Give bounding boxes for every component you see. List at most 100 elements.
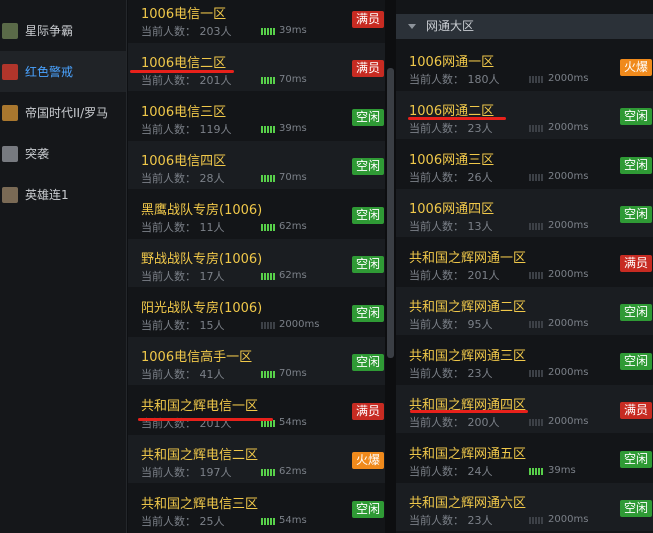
ping-value: 2000ms bbox=[548, 318, 589, 329]
status-badge: 满员 bbox=[351, 11, 384, 28]
sidebar-item-label: 红色警戒 bbox=[25, 65, 74, 79]
status-badge: 空闲 bbox=[351, 305, 384, 322]
status-badge: 空闲 bbox=[351, 158, 384, 175]
player-count: 当前人数： 201人 bbox=[409, 269, 500, 282]
player-count: 当前人数： 201人 bbox=[141, 74, 232, 87]
signal-strength-icon bbox=[529, 468, 543, 475]
server-row[interactable]: 1006电信二区 当前人数： 201人 70ms 满员 bbox=[128, 43, 385, 91]
server-row[interactable]: 黑鹰战队专房(1006) 当前人数： 11人 62ms 空闲 bbox=[128, 190, 385, 238]
player-count: 当前人数： 23人 bbox=[409, 514, 493, 527]
server-row[interactable]: 共和国之辉网通六区 当前人数： 23人 2000ms 空闲 bbox=[396, 483, 653, 531]
signal-strength-icon bbox=[261, 518, 275, 525]
server-row[interactable]: 共和国之辉电信一区 当前人数： 201人 54ms 满员 bbox=[128, 386, 385, 434]
ping-value: 39ms bbox=[548, 465, 576, 476]
server-row[interactable]: 1006电信三区 当前人数： 119人 39ms 空闲 bbox=[128, 92, 385, 140]
netcom-section-header[interactable]: 网通大区 bbox=[396, 14, 653, 39]
ping-value: 2000ms bbox=[548, 416, 589, 427]
server-name: 1006网通四区 bbox=[409, 202, 495, 217]
ping-value: 54ms bbox=[279, 515, 307, 526]
server-name: 1006电信一区 bbox=[141, 7, 227, 22]
telecom-server-list: 1006电信一区 当前人数： 203人 39ms 满员 1006电信二区 当前人数： 20… bbox=[128, 0, 385, 533]
ping-value: 70ms bbox=[279, 368, 307, 379]
server-name: 共和国之辉网通三区 bbox=[409, 349, 527, 364]
sidebar-item-game[interactable]: 帝国时代II/罗马 bbox=[0, 92, 126, 133]
collapse-caret-icon bbox=[408, 24, 416, 29]
server-row[interactable]: 1006网通四区 当前人数： 13人 2000ms 空闲 bbox=[396, 189, 653, 237]
server-row[interactable]: 共和国之辉电信三区 当前人数： 25人 54ms 空闲 bbox=[128, 484, 385, 532]
server-name: 野战战队专房(1006) bbox=[141, 252, 263, 267]
server-row[interactable]: 1006电信高手一区 当前人数： 41人 70ms 空闲 bbox=[128, 337, 385, 385]
sidebar-item-game[interactable]: 突袭 bbox=[0, 133, 126, 174]
status-badge: 火爆 bbox=[351, 452, 384, 469]
ping-value: 2000ms bbox=[548, 171, 589, 182]
server-row[interactable]: 共和国之辉网通二区 当前人数： 95人 2000ms 空闲 bbox=[396, 287, 653, 335]
player-count: 当前人数： 197人 bbox=[141, 466, 232, 479]
sudden-strike-icon bbox=[2, 145, 18, 162]
player-count: 当前人数： 28人 bbox=[141, 172, 225, 185]
red-underline-mark bbox=[410, 410, 528, 413]
ping-value: 70ms bbox=[279, 172, 307, 183]
server-row[interactable]: 共和国之辉网通一区 当前人数： 201人 2000ms 满员 bbox=[396, 238, 653, 286]
signal-strength-icon bbox=[529, 419, 543, 426]
sidebar-item-label: 帝国时代II/罗马 bbox=[25, 106, 109, 120]
player-count: 当前人数： 25人 bbox=[141, 515, 225, 528]
server-row[interactable]: 共和国之辉电信二区 当前人数： 197人 62ms 火爆 bbox=[128, 435, 385, 483]
server-row[interactable]: 1006电信四区 当前人数： 28人 70ms 空闲 bbox=[128, 141, 385, 189]
sidebar-item-label: 英雄连1 bbox=[25, 188, 69, 202]
server-row[interactable]: 1006电信一区 当前人数： 203人 39ms 满员 bbox=[128, 0, 385, 42]
server-row[interactable]: 1006网通一区 当前人数： 180人 2000ms 火爆 bbox=[396, 42, 653, 90]
status-badge: 空闲 bbox=[619, 206, 652, 223]
server-row[interactable]: 共和国之辉网通五区 当前人数： 24人 39ms 空闲 bbox=[396, 434, 653, 482]
status-badge: 空闲 bbox=[351, 109, 384, 126]
status-badge: 满员 bbox=[351, 403, 384, 420]
sidebar-item-label: 星际争霸 bbox=[25, 24, 74, 38]
signal-strength-icon bbox=[529, 125, 543, 132]
red-underline-mark bbox=[138, 418, 273, 421]
player-count: 当前人数： 17人 bbox=[141, 270, 225, 283]
server-row[interactable]: 1006网通二区 当前人数： 23人 2000ms 空闲 bbox=[396, 91, 653, 139]
signal-strength-icon bbox=[529, 272, 543, 279]
player-count: 当前人数： 95人 bbox=[409, 318, 493, 331]
signal-strength-icon bbox=[261, 28, 275, 35]
server-name: 共和国之辉网通一区 bbox=[409, 251, 527, 266]
signal-strength-icon bbox=[261, 420, 275, 427]
signal-strength-icon bbox=[529, 174, 543, 181]
status-badge: 空闲 bbox=[619, 304, 652, 321]
starcraft-icon bbox=[2, 22, 18, 39]
server-name: 1006电信高手一区 bbox=[141, 350, 253, 365]
signal-strength-icon bbox=[529, 517, 543, 524]
ping-value: 62ms bbox=[279, 270, 307, 281]
scrollbar-thumb[interactable] bbox=[387, 68, 394, 358]
status-badge: 空闲 bbox=[619, 108, 652, 125]
game-sidebar: 星际争霸红色警戒帝国时代II/罗马突袭英雄连1 bbox=[0, 0, 127, 533]
player-count: 当前人数： 180人 bbox=[409, 73, 500, 86]
player-count: 当前人数： 41人 bbox=[141, 368, 225, 381]
player-count: 当前人数： 119人 bbox=[141, 123, 232, 136]
server-name: 共和国之辉网通六区 bbox=[409, 496, 527, 511]
server-row[interactable]: 共和国之辉网通三区 当前人数： 23人 2000ms 空闲 bbox=[396, 336, 653, 384]
server-row[interactable]: 1006网通三区 当前人数： 26人 2000ms 空闲 bbox=[396, 140, 653, 188]
company-of-heroes-icon bbox=[2, 186, 18, 203]
server-name: 共和国之辉网通二区 bbox=[409, 300, 527, 315]
ping-value: 39ms bbox=[279, 123, 307, 134]
signal-strength-icon bbox=[261, 273, 275, 280]
server-row[interactable]: 共和国之辉网通四区 当前人数： 200人 2000ms 满员 bbox=[396, 385, 653, 433]
sidebar-item-game[interactable]: 红色警戒 bbox=[0, 51, 126, 92]
netcom-header-label: 网通大区 bbox=[426, 19, 475, 33]
server-row[interactable]: 阳光战队专房(1006) 当前人数： 15人 2000ms 空闲 bbox=[128, 288, 385, 336]
status-badge: 空闲 bbox=[619, 451, 652, 468]
signal-strength-icon bbox=[529, 76, 543, 83]
ping-value: 2000ms bbox=[548, 367, 589, 378]
server-row[interactable]: 野战战队专房(1006) 当前人数： 17人 62ms 空闲 bbox=[128, 239, 385, 287]
player-count: 当前人数： 24人 bbox=[409, 465, 493, 478]
sidebar-item-game[interactable]: 英雄连1 bbox=[0, 174, 126, 215]
netcom-server-list: 网通大区 1006网通一区 当前人数： 180人 2000ms 火爆 1006网通二区当… bbox=[396, 0, 653, 533]
player-count: 当前人数： 200人 bbox=[409, 416, 500, 429]
signal-strength-icon bbox=[261, 322, 275, 329]
red-underline-mark bbox=[408, 117, 506, 120]
ping-value: 2000ms bbox=[548, 514, 589, 525]
status-badge: 空闲 bbox=[619, 157, 652, 174]
player-count: 当前人数： 23人 bbox=[409, 367, 493, 380]
sidebar-item-game[interactable]: 星际争霸 bbox=[0, 10, 126, 51]
server-name: 1006网通三区 bbox=[409, 153, 495, 168]
